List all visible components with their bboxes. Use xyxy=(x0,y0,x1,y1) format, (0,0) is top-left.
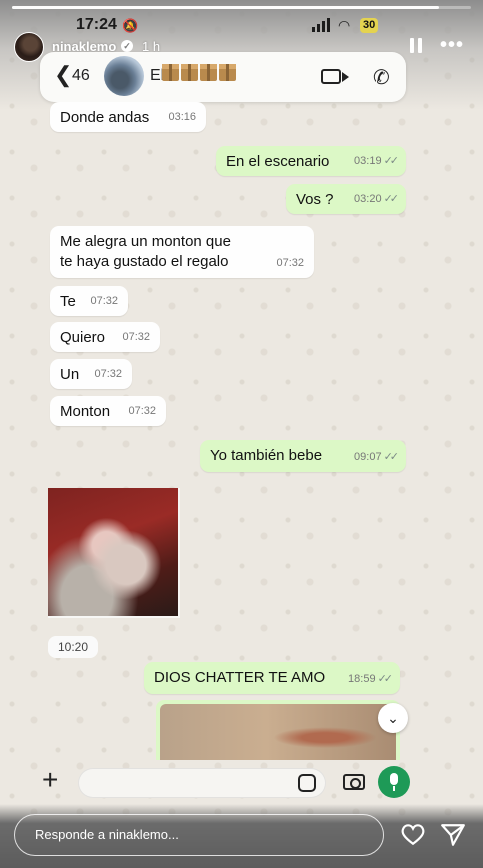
signal-icon xyxy=(312,18,330,32)
image-message-time: 10:20 xyxy=(48,636,99,658)
send-icon[interactable] xyxy=(440,822,466,848)
story-reply-bar: Responde a ninaklemo... xyxy=(0,804,483,868)
package-icon xyxy=(181,64,198,81)
verified-badge-icon: ✓ xyxy=(121,40,133,52)
message-text: Yo también bebe xyxy=(210,447,323,464)
read-ticks-icon: ✓✓ xyxy=(383,193,400,205)
more-options-icon[interactable]: ••• xyxy=(440,34,464,57)
chat-area: Donde andas 03:16 En el escenario 03:19 ✓… xyxy=(40,100,408,760)
pause-icon[interactable] xyxy=(410,38,422,53)
story-frame: 17:24 🔕 ◠ 30 ninaklemo ✓ 1 h ••• ❮ 46 El… xyxy=(0,0,483,868)
message-composer: + xyxy=(0,760,483,804)
message-input[interactable] xyxy=(78,768,326,798)
message-text: DIOS CHATTER TE AMO xyxy=(154,669,326,686)
message-time: 07:32 xyxy=(276,257,304,269)
sticker-icon[interactable] xyxy=(298,774,316,792)
message-time: 03:16 xyxy=(168,111,196,123)
message-text: Monton xyxy=(60,403,111,420)
message-bubble[interactable]: Yo también bebe 09:07 ✓✓ xyxy=(200,440,406,472)
message-bubble[interactable]: En el escenario 03:19 ✓✓ xyxy=(216,146,406,176)
message-time: 03:20 ✓✓ xyxy=(354,193,400,205)
message-time: 07:32 xyxy=(90,295,118,307)
message-text: Donde andas xyxy=(60,109,150,126)
package-icon xyxy=(162,64,179,81)
message-bubble[interactable]: Vos ? 03:20 ✓✓ xyxy=(286,184,406,214)
microphone-icon[interactable] xyxy=(378,766,410,798)
video-call-icon[interactable] xyxy=(321,69,341,84)
message-text: Un xyxy=(60,366,80,383)
heart-icon[interactable] xyxy=(400,822,426,846)
read-ticks-icon: ✓✓ xyxy=(377,673,394,685)
package-icon xyxy=(200,64,217,81)
read-ticks-icon: ✓✓ xyxy=(383,451,400,463)
message-text: Quiero xyxy=(60,329,106,346)
media-message-preview[interactable] xyxy=(156,700,400,760)
message-text: Vos ? xyxy=(296,191,334,208)
message-bubble[interactable]: DIOS CHATTER TE AMO 18:59 ✓✓ xyxy=(144,662,400,694)
package-emoji-icons xyxy=(162,64,236,81)
message-bubble[interactable]: Quiero 07:32 xyxy=(50,322,160,352)
story-reply-input[interactable]: Responde a ninaklemo... xyxy=(14,814,384,856)
message-time: 18:59 ✓✓ xyxy=(348,673,394,685)
package-icon xyxy=(219,64,236,81)
received-photo[interactable] xyxy=(48,488,178,616)
message-time: 07:32 xyxy=(122,331,150,343)
message-bubble[interactable]: Donde andas 03:16 xyxy=(50,102,206,132)
message-time: 07:32 xyxy=(94,368,122,380)
message-text: En el escenario xyxy=(226,153,330,170)
unread-count[interactable]: 46 xyxy=(72,67,90,85)
story-progress-fill xyxy=(12,6,439,9)
message-bubble[interactable]: Un 07:32 xyxy=(50,359,132,389)
message-bubble[interactable]: Me alegra un monton que te haya gustado … xyxy=(50,226,314,278)
back-chevron-icon[interactable]: ❮ xyxy=(54,64,72,86)
scroll-down-chevron-icon[interactable]: ⌄ xyxy=(378,703,408,733)
image-message[interactable] xyxy=(48,488,180,618)
message-bubble[interactable]: Monton 07:32 xyxy=(50,396,166,426)
read-ticks-icon: ✓✓ xyxy=(383,155,400,167)
story-progress-bar xyxy=(12,6,471,9)
media-thumbnail[interactable] xyxy=(160,704,396,760)
message-text: Me alegra un monton que te haya gustado … xyxy=(60,233,231,270)
chat-header: ❮ 46 El ✆ xyxy=(40,52,406,102)
attach-plus-icon[interactable]: + xyxy=(42,766,58,794)
contact-avatar[interactable] xyxy=(104,56,144,96)
message-text: Te xyxy=(60,293,76,310)
message-time: 07:32 xyxy=(128,405,156,417)
message-time: 03:19 ✓✓ xyxy=(354,155,400,167)
message-bubble[interactable]: Te 07:32 xyxy=(50,286,128,316)
story-avatar[interactable] xyxy=(14,32,44,62)
message-time: 09:07 ✓✓ xyxy=(354,451,400,463)
camera-icon[interactable] xyxy=(343,774,365,790)
battery-indicator: 30 xyxy=(360,18,379,33)
phone-call-icon[interactable]: ✆ xyxy=(373,65,390,90)
